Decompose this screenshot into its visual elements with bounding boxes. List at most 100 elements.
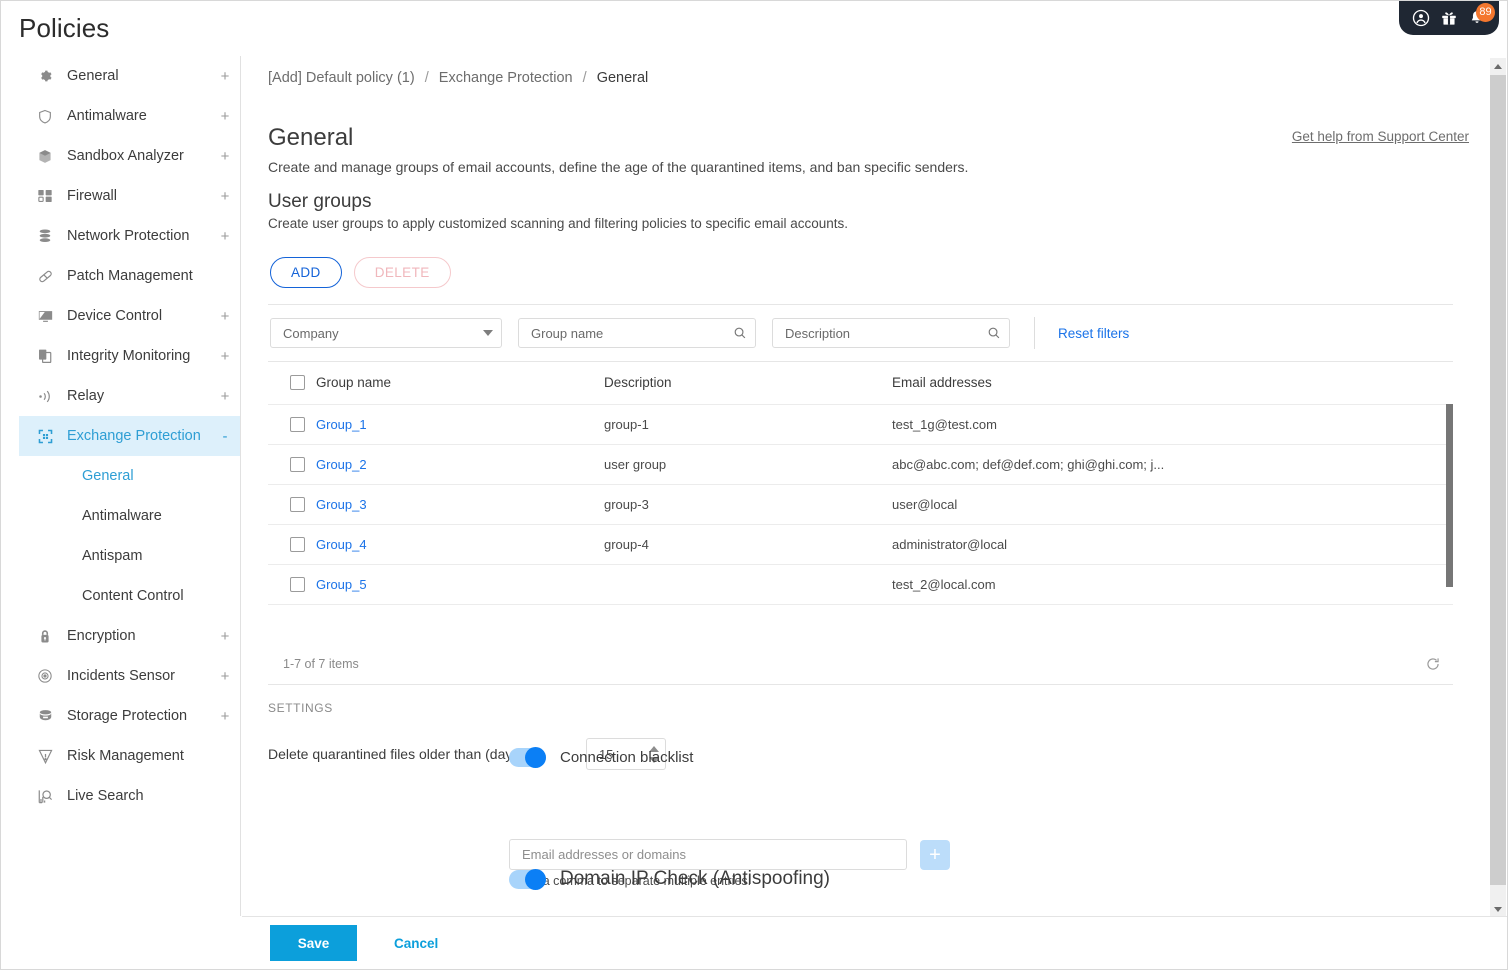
row-emails: test_2@local.com	[892, 564, 1453, 605]
table-row[interactable]: Group_1 group-1 test_1g@test.com	[268, 404, 1453, 445]
sidebar-item-antimalware[interactable]: Antimalware +	[19, 96, 240, 136]
notification-badge: 89	[1476, 3, 1495, 22]
scroll-up-button[interactable]	[1490, 58, 1506, 75]
sidebar-subitem-content-control[interactable]: Content Control	[19, 576, 240, 616]
expander-icon[interactable]: +	[218, 348, 232, 365]
expander-icon[interactable]: +	[218, 228, 232, 245]
description-filter[interactable]: Description	[772, 318, 1010, 348]
sidebar-item-general[interactable]: General +	[19, 56, 240, 96]
row-emails: administrator@local	[892, 524, 1453, 565]
group-name-link[interactable]: Group_2	[316, 457, 367, 472]
sidebar-subitem-general[interactable]: General	[19, 456, 240, 496]
sidebar-item-exchange-protection[interactable]: Exchange Protection -	[19, 416, 240, 456]
chevron-up-icon	[1494, 64, 1502, 69]
user-groups-title: User groups	[268, 191, 372, 212]
section-title: General	[268, 124, 354, 151]
scrollbar-thumb[interactable]	[1490, 75, 1506, 885]
patch-icon	[35, 266, 55, 286]
refresh-icon[interactable]	[1425, 656, 1441, 672]
expander-icon[interactable]: +	[218, 68, 232, 85]
row-checkbox[interactable]	[290, 536, 305, 552]
page-scrollbar[interactable]	[1490, 58, 1506, 918]
user-groups-description: Create user groups to apply customized s…	[268, 216, 849, 231]
add-blacklist-entry-button[interactable]: +	[920, 839, 950, 870]
domain-ip-check-toggle[interactable]	[509, 868, 546, 890]
reset-filters-link[interactable]: Reset filters	[1058, 326, 1129, 341]
select-all-checkbox[interactable]	[290, 375, 305, 391]
column-header-group-name[interactable]: Group name	[316, 362, 604, 405]
expander-icon[interactable]: +	[218, 308, 232, 325]
sidebar-item-incidents-sensor[interactable]: Incidents Sensor +	[19, 656, 240, 696]
group-name-filter[interactable]: Group name	[518, 318, 756, 348]
settings-label: SETTINGS	[268, 701, 333, 715]
quarantine-label: Delete quarantined files older than (day…	[268, 746, 528, 762]
sidebar-item-storage-protection[interactable]: Storage Protection +	[19, 696, 240, 736]
connection-blacklist-row: Connection blacklist	[509, 747, 693, 768]
row-description: group-1	[604, 404, 892, 445]
sidebar-subitem-antimalware[interactable]: Antimalware	[19, 496, 240, 536]
sidebar-item-encryption[interactable]: Encryption +	[19, 616, 240, 656]
sidebar-item-sandbox-analyzer[interactable]: Sandbox Analyzer +	[19, 136, 240, 176]
sidebar-item-relay[interactable]: Relay +	[19, 376, 240, 416]
connection-blacklist-toggle[interactable]	[509, 747, 546, 768]
breadcrumb-policy[interactable]: [Add] Default policy (1)	[268, 70, 415, 86]
column-header-description[interactable]: Description	[604, 362, 892, 405]
row-emails: user@local	[892, 484, 1453, 525]
group-name-link[interactable]: Group_5	[316, 577, 367, 592]
row-checkbox[interactable]	[290, 576, 305, 592]
sidebar-item-risk-management[interactable]: Risk Management	[19, 736, 240, 776]
cancel-button[interactable]: Cancel	[394, 936, 438, 951]
expander-icon[interactable]: -	[218, 428, 232, 445]
table-row[interactable]: Group_4 group-4 administrator@local	[268, 524, 1453, 565]
gift-icon[interactable]	[1440, 9, 1458, 27]
sidebar-item-patch-management[interactable]: Patch Management	[19, 256, 240, 296]
delete-button[interactable]: DELETE	[353, 257, 451, 288]
sidebar-item-network-protection[interactable]: Network Protection +	[19, 216, 240, 256]
row-checkbox[interactable]	[290, 456, 305, 472]
account-icon[interactable]	[1412, 9, 1430, 27]
table-row[interactable]: Group_5 test_2@local.com	[268, 564, 1453, 605]
sidebar-item-label: Storage Protection	[67, 708, 188, 724]
toggle-knob	[525, 747, 546, 768]
company-select[interactable]: Company	[270, 318, 502, 348]
expander-icon[interactable]: +	[218, 188, 232, 205]
breadcrumb: [Add] Default policy (1) / Exchange Prot…	[268, 70, 648, 86]
table-row[interactable]: Group_3 group-3 user@local	[268, 484, 1453, 525]
top-account-bar: 89	[1399, 1, 1499, 35]
table-footer: 1-7 of 7 items	[268, 643, 1453, 685]
sidebar-item-label: Risk Management	[67, 748, 184, 764]
expander-icon[interactable]: +	[218, 388, 232, 405]
chevron-down-icon	[1494, 907, 1502, 912]
column-header-email-addresses[interactable]: Email addresses	[892, 362, 1453, 405]
sidebar-item-device-control[interactable]: Device Control +	[19, 296, 240, 336]
expander-icon[interactable]: +	[218, 148, 232, 165]
row-checkbox[interactable]	[290, 416, 305, 432]
support-center-link[interactable]: Get help from Support Center	[1292, 129, 1469, 144]
expander-icon[interactable]: +	[218, 668, 232, 685]
filter-divider	[1034, 317, 1035, 349]
expander-icon[interactable]: +	[218, 708, 232, 725]
group-name-link[interactable]: Group_3	[316, 497, 367, 512]
sidebar-item-integrity-monitoring[interactable]: Integrity Monitoring +	[19, 336, 240, 376]
breadcrumb-section[interactable]: Exchange Protection	[439, 70, 573, 86]
expander-icon[interactable]: +	[218, 628, 232, 645]
table-row[interactable]: Group_2 user group abc@abc.com; def@def.…	[268, 444, 1453, 485]
group-name-link[interactable]: Group_1	[316, 417, 367, 432]
expander-icon[interactable]: +	[218, 108, 232, 125]
save-button[interactable]: Save	[270, 925, 357, 961]
table-scrollbar[interactable]	[1446, 404, 1453, 587]
add-button[interactable]: ADD	[270, 257, 342, 288]
row-emails: abc@abc.com; def@def.com; ghi@ghi.com; j…	[892, 444, 1453, 485]
row-description: group-4	[604, 524, 892, 565]
sidebar-subitem-antispam[interactable]: Antispam	[19, 536, 240, 576]
breadcrumb-separator: /	[424, 70, 429, 86]
notifications-icon[interactable]: 89	[1468, 3, 1495, 27]
sidebar-item-firewall[interactable]: Firewall +	[19, 176, 240, 216]
row-checkbox[interactable]	[290, 496, 305, 512]
sidebar-item-label: Live Search	[67, 788, 144, 804]
blacklist-input[interactable]: Email addresses or domains	[509, 839, 907, 870]
sidebar-item-live-search[interactable]: Live Search	[19, 776, 240, 816]
toggle-knob	[525, 868, 546, 890]
group-name-link[interactable]: Group_4	[316, 537, 367, 552]
breadcrumb-separator: /	[582, 70, 587, 86]
